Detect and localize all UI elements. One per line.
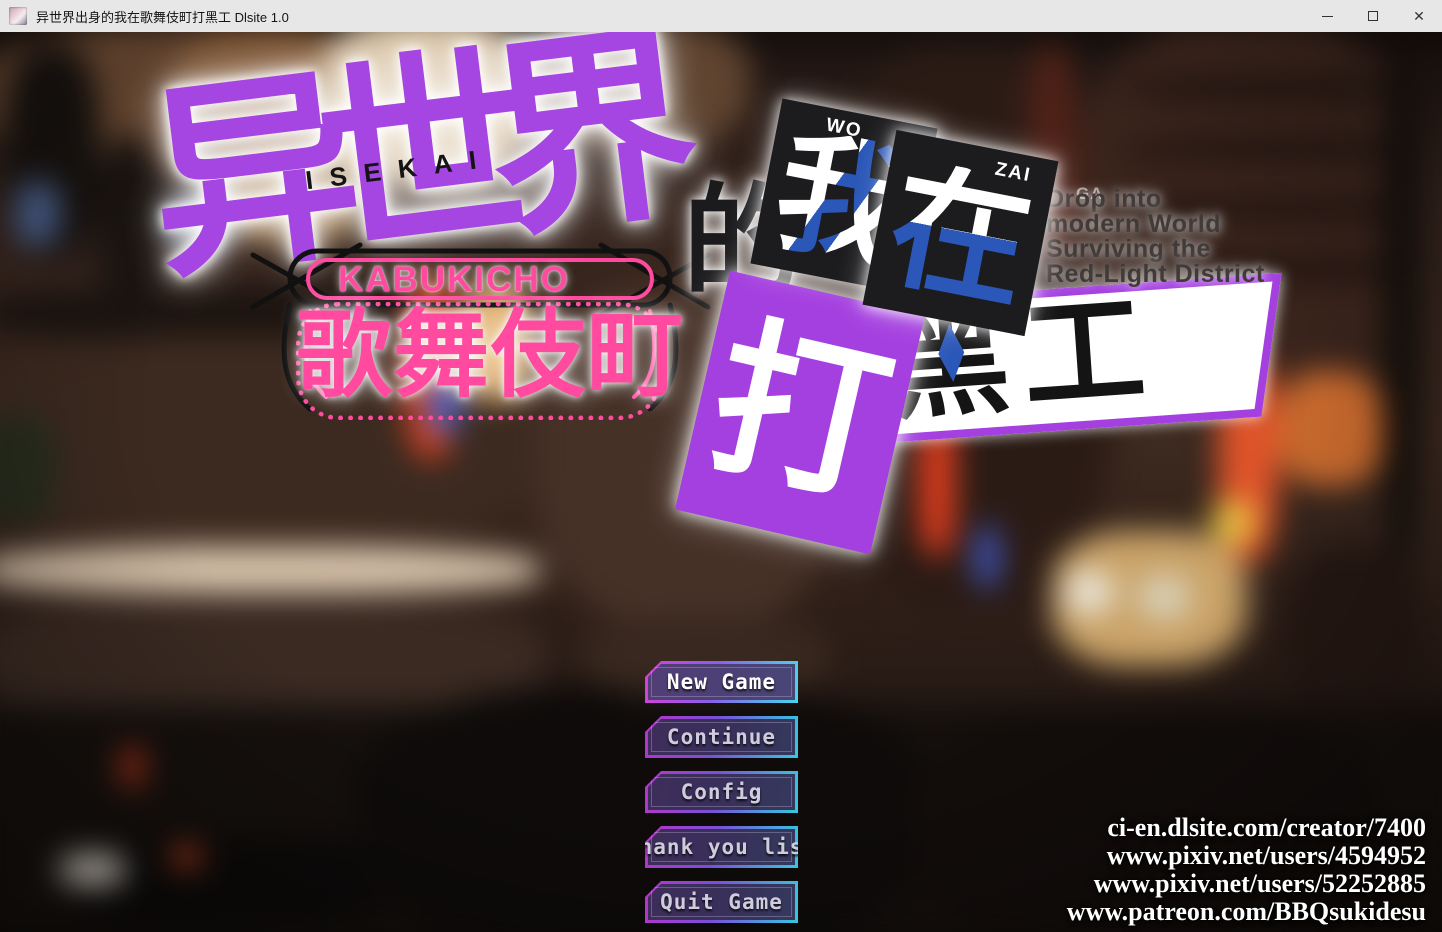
tagline-line: Red-Light District — [1046, 260, 1265, 288]
new-game-button[interactable]: New Game — [645, 661, 798, 703]
close-button[interactable]: ✕ — [1396, 0, 1442, 32]
maximize-button[interactable] — [1350, 0, 1396, 32]
main-menu: New Game Continue Config Thank you list — [645, 661, 798, 932]
config-button[interactable]: Config — [645, 771, 798, 813]
continue-button[interactable]: Continue — [645, 716, 798, 758]
link-patreon: www.patreon.com/BBQsukidesu — [1066, 897, 1426, 926]
tile-zai-char: 在 — [866, 148, 1054, 326]
button-label: Config — [680, 780, 763, 804]
tagline-line: Drop into — [1046, 185, 1162, 213]
logo-kabukicho-text: KABUKICHO — [338, 260, 570, 299]
tagline-line: modern World — [1046, 210, 1221, 238]
window-title: 异世界出身的我在歌舞伎町打黑工 Dlsite 1.0 — [36, 9, 289, 25]
window-controls: ✕ — [1304, 0, 1442, 32]
logo-tagline: Drop into modern World Surviving the Red… — [1046, 187, 1265, 287]
creator-links: ci-en.dlsite.com/creator/7400 www.pixiv.… — [1067, 814, 1426, 926]
link-pixiv-2: www.pixiv.net/users/52252885 — [1093, 869, 1426, 898]
button-label: Thank you list — [626, 835, 818, 859]
tile-da-char: 打 — [694, 299, 906, 526]
close-icon: ✕ — [1413, 8, 1425, 24]
button-label: Continue — [666, 725, 777, 749]
button-label: Quit Game — [660, 890, 783, 914]
logo-tile-zai: ZAI 在 — [862, 129, 1059, 337]
app-icon — [9, 7, 27, 25]
link-pixiv-1: www.pixiv.net/users/4594952 — [1106, 841, 1426, 870]
game-screen: GA 异世界 ISEKAI KABUKICHO 歌舞伎町 的 WO 我 ZAI … — [0, 32, 1442, 932]
thank-you-list-button[interactable]: Thank you list — [645, 826, 798, 868]
logo-kabukicho-chars: 歌舞伎町 — [296, 302, 684, 409]
window-titlebar: 异世界出身的我在歌舞伎町打黑工 Dlsite 1.0 ✕ — [0, 0, 1442, 32]
minimize-button[interactable] — [1304, 0, 1350, 32]
link-ci-en: ci-en.dlsite.com/creator/7400 — [1107, 813, 1426, 842]
maximize-icon — [1368, 11, 1378, 21]
quit-game-button[interactable]: Quit Game — [645, 881, 798, 923]
app-window: 异世界出身的我在歌舞伎町打黑工 Dlsite 1.0 ✕ GA 异世界 ISEK… — [0, 0, 1442, 932]
button-label: New Game — [666, 670, 777, 694]
tagline-line: Surviving the — [1046, 235, 1211, 263]
minimize-icon — [1321, 15, 1333, 17]
